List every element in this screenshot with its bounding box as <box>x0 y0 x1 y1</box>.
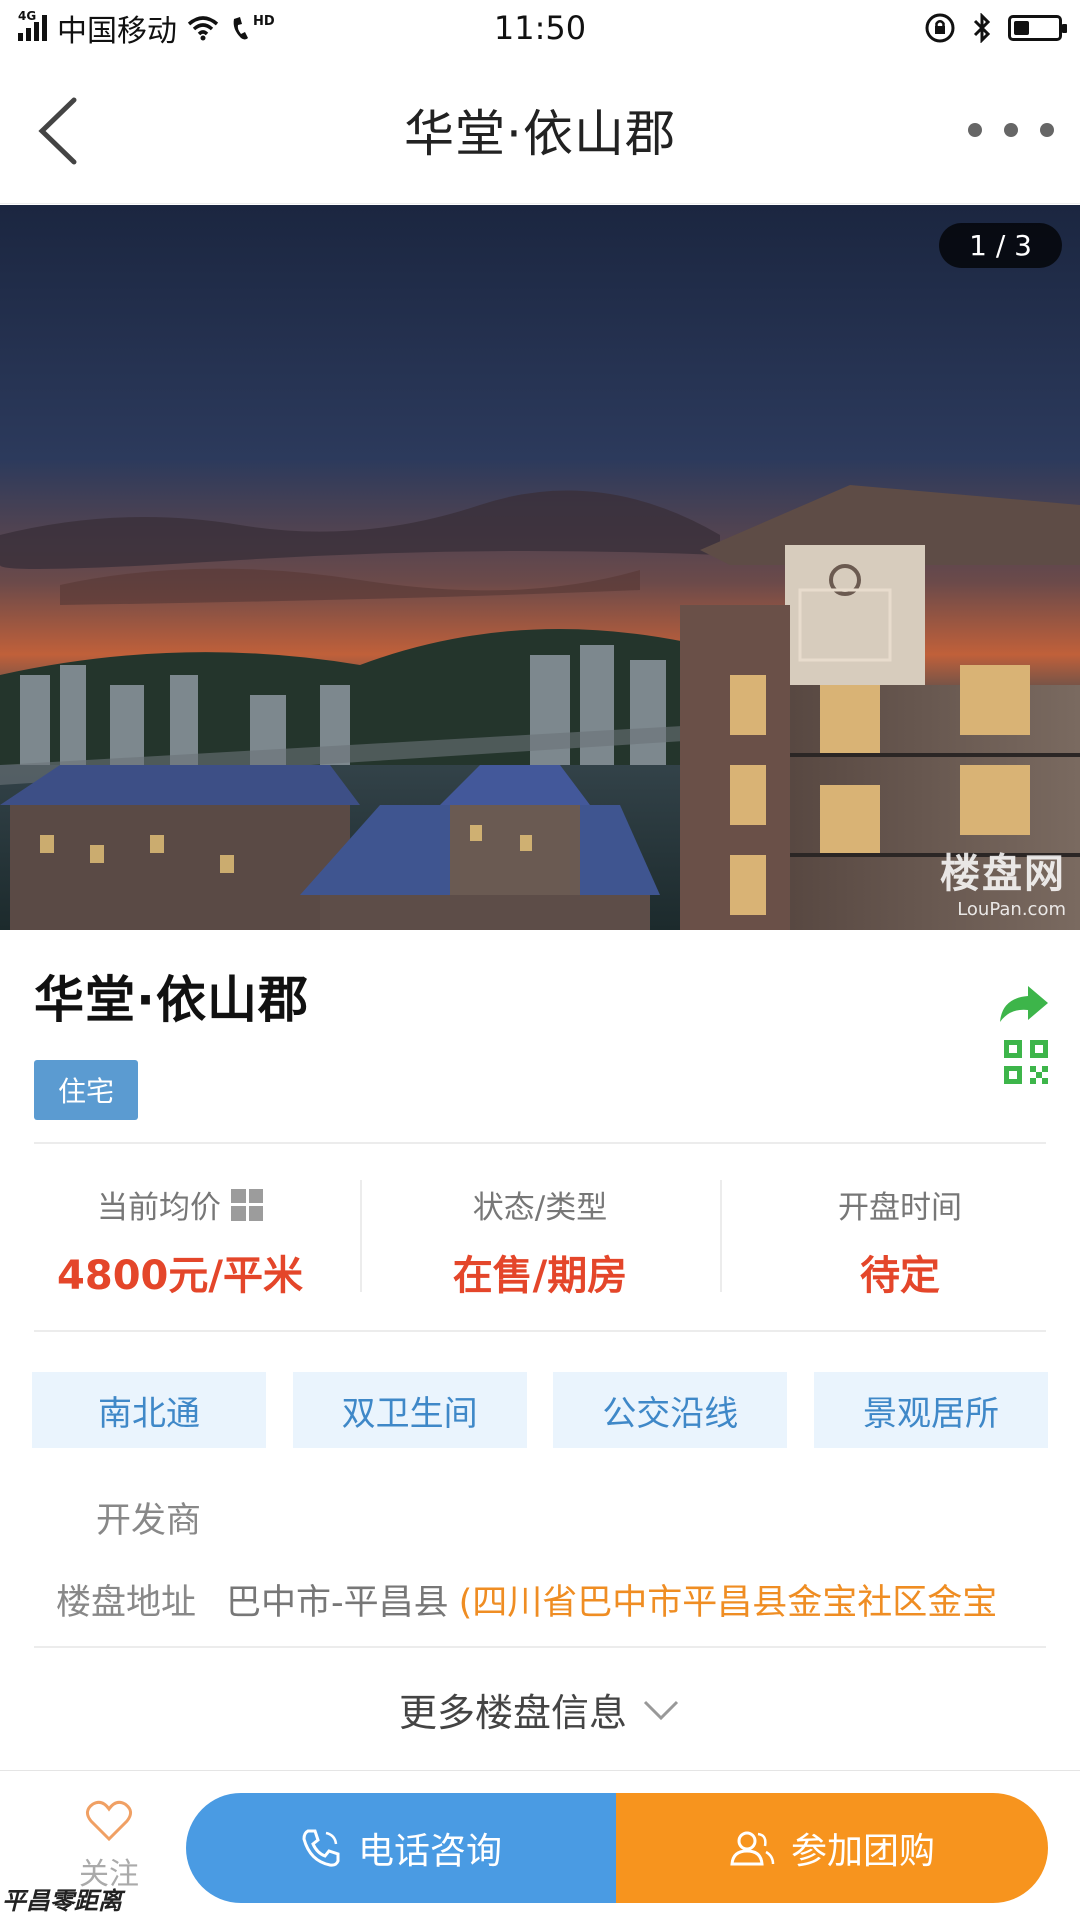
building-rendering <box>0 205 1080 930</box>
address-row[interactable]: 楼盘地址 巴中市-平昌县 (四川省巴中市平昌县金宝社区金宝 <box>56 1574 997 1625</box>
stat-price-label-row: 当前均价 <box>0 1182 360 1227</box>
divider <box>34 1330 1046 1332</box>
follow-button[interactable]: 关注 <box>44 1799 174 1893</box>
share-icon[interactable] <box>996 982 1050 1026</box>
address-label: 楼盘地址 <box>56 1583 197 1623</box>
developer-label: 开发商 <box>96 1501 202 1541</box>
feature-tag: 南北通 <box>32 1372 266 1448</box>
stat-status: 状态/类型 在售/期房 <box>360 1162 720 1312</box>
back-button[interactable] <box>28 86 108 176</box>
more-button[interactable] <box>968 110 1054 150</box>
calculator-icon[interactable] <box>231 1188 263 1221</box>
developer-row: 开发商 <box>96 1492 201 1543</box>
phone-consult-button[interactable]: 电话咨询 <box>186 1793 616 1903</box>
stat-price-value: 4800元/平米 <box>57 1253 303 1299</box>
property-type-tag: 住宅 <box>34 1060 139 1120</box>
status-right <box>924 12 1067 44</box>
stat-open-value: 待定 <box>860 1253 940 1299</box>
feature-tag: 公交沿线 <box>553 1372 788 1448</box>
battery-icon <box>1008 15 1067 41</box>
wifi-icon <box>187 16 219 41</box>
more-info-label: 更多楼盘信息 <box>398 1691 627 1735</box>
nav-bar: 华堂·依山郡 <box>0 56 1080 204</box>
signal-icon: 4G <box>18 9 47 41</box>
battery-fill <box>1014 21 1029 35</box>
rotation-lock-icon <box>925 13 955 43</box>
stat-price-label: 当前均价 <box>97 1190 221 1226</box>
bottom-action-bar: 关注 电话咨询 参加团购 平昌零距离 <box>0 1770 1080 1920</box>
stat-open-label: 开盘时间 <box>838 1190 962 1226</box>
address-detail: (四川省巴中市平昌县金宝社区金宝 <box>458 1583 998 1623</box>
status-left: 4G 中国移动 HD <box>18 6 275 50</box>
phone-icon <box>302 1829 340 1867</box>
qr-code-icon[interactable] <box>1004 1040 1048 1084</box>
gallery-image[interactable]: 1 / 3 楼盘网 LouPan.com <box>0 205 1080 930</box>
address-area: 巴中市-平昌县 <box>226 1583 449 1623</box>
chevron-down-icon <box>643 1700 679 1720</box>
network-type: 4G <box>18 9 37 23</box>
heart-icon <box>86 1800 132 1842</box>
divider <box>34 1142 1046 1144</box>
more-info-button[interactable]: 更多楼盘信息 <box>0 1682 1080 1737</box>
chevron-left-icon <box>38 97 77 165</box>
corner-watermark: 平昌零距离 <box>2 1887 122 1915</box>
stat-open-time: 开盘时间 待定 <box>720 1162 1080 1312</box>
page-title: 华堂·依山郡 <box>404 104 676 163</box>
group-buy-label: 参加团购 <box>790 1831 935 1872</box>
project-name: 华堂·依山郡 <box>34 971 309 1029</box>
hd-label: HD <box>253 13 275 29</box>
feature-tags: 南北通 双卫生间 公交沿线 景观居所 <box>32 1372 1048 1448</box>
status-bar: 4G 中国移动 HD 11:50 <box>0 0 1080 56</box>
project-header: 华堂·依山郡 住宅 <box>0 930 1080 1142</box>
stat-status-value: 在售/期房 <box>452 1253 628 1299</box>
stat-price[interactable]: 当前均价 4800元/平米 <box>0 1162 360 1312</box>
stats-row: 当前均价 4800元/平米 状态/类型 在售/期房 开盘时间 待定 <box>0 1162 1080 1312</box>
watermark-text: 楼盘网 <box>940 851 1066 897</box>
feature-tag: 双卫生间 <box>292 1372 527 1448</box>
group-buy-button[interactable]: 参加团购 <box>616 1793 1048 1903</box>
group-users-icon <box>730 1831 775 1866</box>
feature-tag: 景观居所 <box>813 1372 1048 1448</box>
more-dot-icon <box>1040 123 1054 137</box>
more-dot-icon <box>968 123 982 137</box>
more-dot-icon <box>1004 123 1018 137</box>
stat-status-label: 状态/类型 <box>472 1190 608 1226</box>
bluetooth-icon <box>973 13 991 43</box>
gallery-page-indicator: 1 / 3 <box>939 223 1062 268</box>
watermark-logo: 楼盘网 LouPan.com <box>940 841 1066 920</box>
watermark-domain: LouPan.com <box>957 899 1066 920</box>
phone-consult-label: 电话咨询 <box>357 1831 502 1872</box>
divider <box>34 1646 1046 1648</box>
carrier-name: 中国移动 <box>57 14 177 49</box>
